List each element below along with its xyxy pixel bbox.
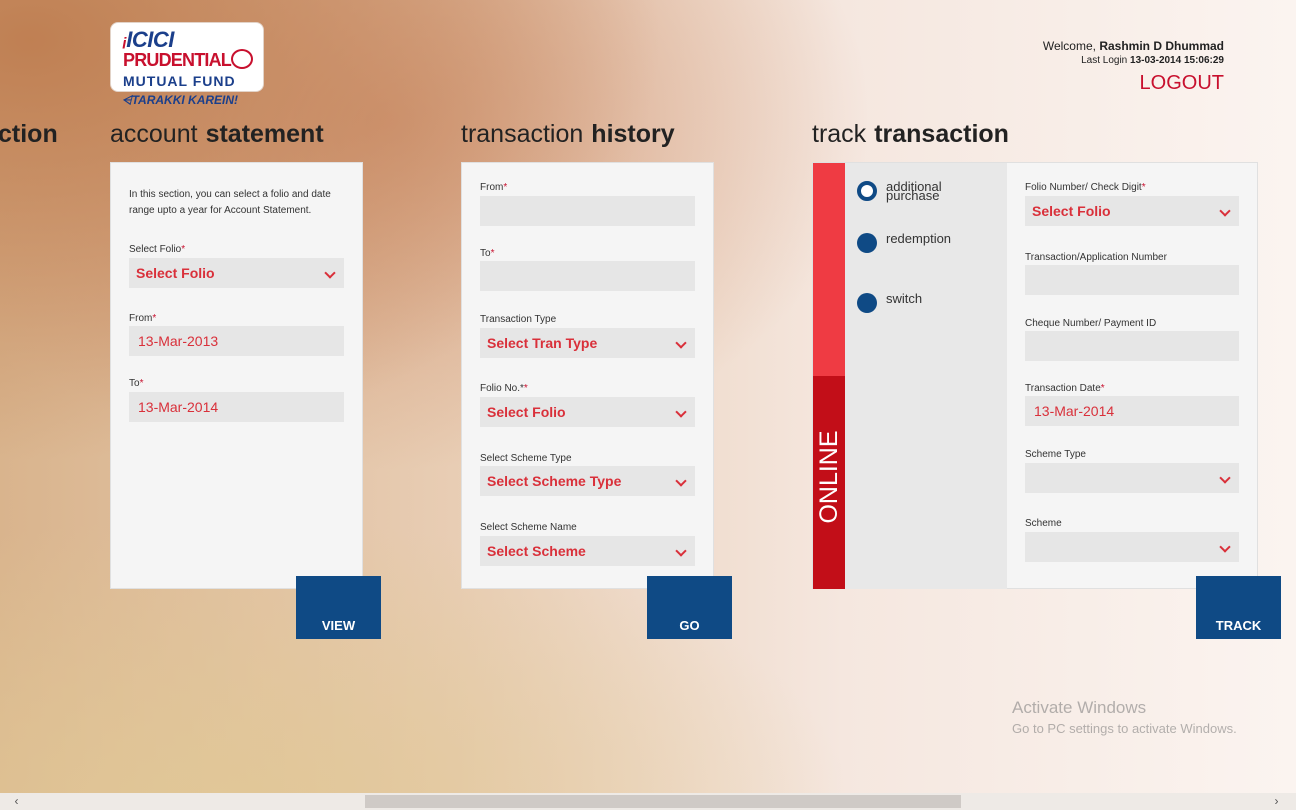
application-number-input[interactable] — [1025, 265, 1239, 295]
online-label: ONLINE — [815, 430, 843, 524]
logo-line2: PRUDENTIAL — [123, 50, 232, 70]
to-date-field[interactable]: 13-Mar-2014 — [129, 392, 344, 422]
from-date-field[interactable]: 13-Mar-2013 — [129, 326, 344, 356]
scheme-type-label: Scheme Type — [1025, 449, 1086, 460]
application-number-label: Transaction/Application Number — [1025, 252, 1167, 263]
previous-section-title: ction — [0, 120, 58, 148]
activate-windows-title: Activate Windows — [1012, 698, 1147, 717]
to-date-field[interactable] — [480, 261, 695, 291]
lion-emblem-icon — [231, 49, 253, 69]
welcome-text: Welcome, Rashmin D Dhummad — [1042, 39, 1224, 53]
chevron-down-icon — [675, 475, 687, 487]
radio-icon — [857, 233, 877, 253]
transaction-type-label: Transaction Type — [480, 314, 557, 325]
activate-windows-subtitle: Go to PC settings to activate Windows. — [1012, 721, 1237, 736]
view-button[interactable]: VIEW — [296, 576, 381, 639]
user-name: Rashmin D Dhummad — [1099, 39, 1224, 53]
chevron-down-icon — [1219, 541, 1231, 553]
chevron-down-icon — [1219, 472, 1231, 484]
logout-link[interactable]: LOGOUT — [1140, 72, 1224, 95]
transaction-type-select[interactable]: Select Tran Type — [480, 328, 695, 358]
from-date-field[interactable] — [480, 196, 695, 226]
track-transaction-title: track transaction — [812, 120, 1009, 148]
radio-selected-icon — [857, 181, 877, 201]
scheme-type-select[interactable]: Select Scheme Type — [480, 466, 695, 496]
transaction-type-options: additional purchase redemption switch — [845, 163, 1007, 589]
folio-label: Folio No.** — [480, 383, 528, 394]
last-login: Last Login 13-03-2014 15:06:29 — [1081, 55, 1224, 66]
logo-tagline: ⩤TARAKKI KAREIN! — [122, 93, 239, 107]
folio-number-select[interactable]: Select Folio — [1025, 196, 1239, 226]
scheme-name-label: Select Scheme Name — [480, 522, 577, 533]
scheme-select[interactable] — [1025, 532, 1239, 562]
cheque-number-input[interactable] — [1025, 331, 1239, 361]
chevron-down-icon — [324, 267, 336, 279]
transaction-history-panel: From* To* Transaction Type Select Tran T… — [461, 162, 714, 589]
horizontal-scrollbar[interactable]: ‹ › — [0, 793, 1296, 810]
folio-select[interactable]: Select Folio — [129, 258, 344, 288]
scheme-name-select[interactable]: Select Scheme — [480, 536, 695, 566]
account-statement-title: account statement — [110, 120, 324, 148]
transaction-date-label: Transaction Date* — [1025, 383, 1105, 394]
folio-number-label: Folio Number/ Check Digit* — [1025, 182, 1146, 193]
chevron-down-icon — [675, 406, 687, 418]
scroll-left-icon[interactable]: ‹ — [8, 793, 25, 810]
scrollbar-thumb[interactable] — [365, 795, 961, 808]
folio-label: Select Folio* — [129, 244, 186, 255]
chevron-down-icon — [675, 337, 687, 349]
online-strip: ONLINE — [813, 163, 845, 589]
logo-line3: MUTUAL FUND — [123, 73, 236, 89]
radio-icon — [857, 293, 877, 313]
cheque-number-label: Cheque Number/ Payment ID — [1025, 318, 1157, 329]
track-transaction-panel: ONLINE additional purchase redemption sw… — [812, 162, 1258, 589]
scroll-right-icon[interactable]: › — [1268, 793, 1285, 810]
track-button[interactable]: TRACK — [1196, 576, 1281, 639]
scheme-type-select[interactable] — [1025, 463, 1239, 493]
to-label: To* — [129, 378, 144, 389]
tagline-mark-icon: ⩤ — [122, 93, 132, 107]
account-statement-panel: In this section, you can select a folio … — [110, 162, 363, 589]
chevron-down-icon — [675, 545, 687, 557]
go-button[interactable]: GO — [647, 576, 732, 639]
account-statement-description: In this section, you can select a folio … — [129, 189, 331, 216]
scheme-type-label: Select Scheme Type — [480, 453, 572, 464]
from-label: From* — [129, 313, 157, 324]
from-label: From* — [480, 182, 508, 193]
folio-select[interactable]: Select Folio — [480, 397, 695, 427]
scheme-label: Scheme — [1025, 518, 1062, 529]
icici-prudential-logo: ᵢICICI PRUDENTIAL MUTUAL FUND — [110, 22, 264, 92]
to-label: To* — [480, 248, 495, 259]
chevron-down-icon — [1219, 205, 1231, 217]
transaction-date-field[interactable]: 13-Mar-2014 — [1025, 396, 1239, 426]
transaction-history-title: transaction history — [461, 120, 675, 148]
logo-line1: ICICI — [126, 27, 174, 52]
